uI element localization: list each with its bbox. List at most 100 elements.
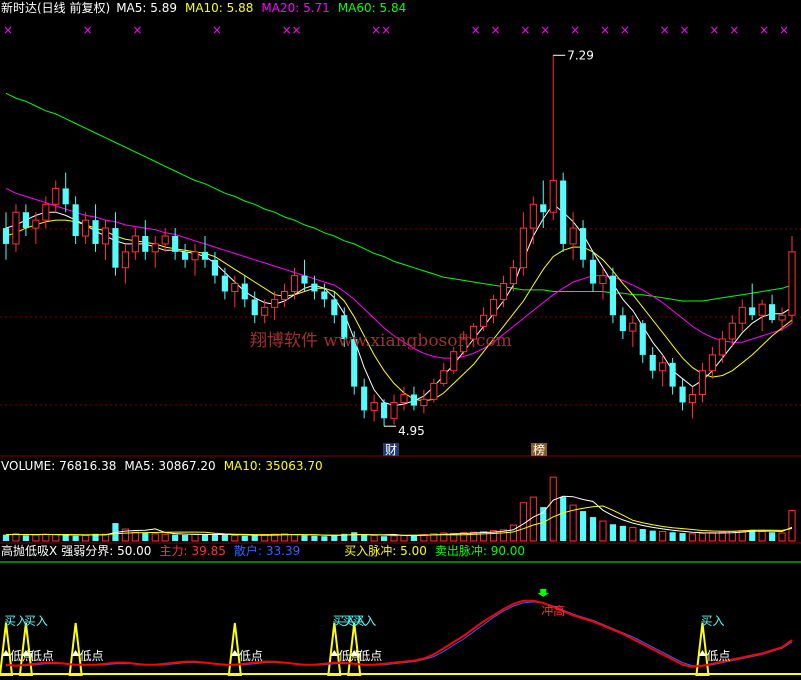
candle-body (172, 236, 179, 252)
volume-bar-30 (301, 535, 308, 541)
candle-body (479, 314, 488, 327)
low-signal-1: 低点 (30, 649, 54, 663)
badge-bang[interactable]: 榜 (531, 442, 547, 457)
x-marker-17: × (709, 23, 719, 37)
candle-body (609, 275, 616, 316)
volume-bar-19 (191, 533, 199, 542)
candle-body (489, 298, 498, 316)
volume-bar-33 (331, 535, 338, 541)
stock-title: 新时达(日线 前复权) (1, 0, 110, 15)
low-label: 4.95 (398, 424, 425, 438)
volume-bar-13 (131, 531, 139, 542)
volume-bar-4 (42, 533, 50, 542)
candle-body (2, 228, 10, 244)
x-marker-2: × (132, 23, 142, 37)
stock-chart[interactable]: 新时达(日线 前复权) MA5: 5.89 MA10: 5.88 MA20: 5.7… (0, 0, 801, 680)
volume-bar-32 (321, 536, 328, 541)
x-marker-0: × (3, 23, 13, 37)
ma-legend-ma5: MA5: 5.89 (116, 1, 177, 15)
x-marker-18: × (729, 23, 739, 37)
candle-body (231, 283, 239, 292)
candle-body (321, 291, 328, 300)
volume-bar-24 (241, 535, 248, 541)
x-marker-14: × (620, 23, 630, 37)
candle-body (430, 382, 438, 400)
x-marker-4: × (282, 23, 292, 37)
x-marker-11: × (540, 23, 550, 37)
volume-bar-38 (380, 536, 388, 541)
candle-body (301, 275, 308, 284)
candle-body (161, 235, 169, 245)
candle-body (519, 227, 527, 269)
volume-bar-16 (161, 533, 169, 542)
x-marker-16: × (680, 23, 690, 37)
candle-body (131, 235, 139, 253)
ma-legend-ma10: MA10: 5.88 (185, 1, 253, 15)
volume-bar-70 (698, 532, 707, 542)
low-signal-5: 低点 (358, 649, 382, 663)
indicator-retail-value: 33.39 (266, 544, 300, 558)
buy-signal-5: 买入 (700, 614, 724, 628)
volume-bar-51 (509, 524, 518, 542)
volume-legend-0: VOLUME: 76816.38 (1, 459, 116, 473)
volume-bar-31 (311, 535, 318, 541)
candle-body (619, 315, 626, 332)
candle-body (390, 401, 398, 419)
volume-bar-78 (778, 532, 786, 542)
volume-legend-1: MA5: 30867.20 (124, 459, 215, 473)
volume-bar-17 (172, 534, 179, 541)
volume-bar-77 (769, 532, 776, 541)
candle-body (669, 362, 676, 387)
candle-body (370, 401, 378, 411)
candle-body (728, 322, 736, 340)
candle-body (361, 386, 368, 411)
volume-bar-35 (351, 532, 358, 541)
volume-bar-36 (361, 534, 368, 541)
candle-body (749, 307, 756, 316)
x-marker-20: × (779, 23, 789, 37)
volume-bar-7 (72, 535, 79, 541)
volume-bar-72 (718, 531, 726, 542)
volume-bar-60 (599, 520, 607, 542)
volume-bar-69 (688, 533, 697, 542)
x-marker-1: × (83, 23, 93, 37)
high-signal-0: 冲高 (541, 603, 565, 618)
buy-signal-1: 买入 (24, 614, 48, 628)
ma-legend-ma60: MA60: 5.84 (338, 1, 406, 15)
candle-body (101, 227, 110, 245)
volume-bar-56 (560, 497, 567, 541)
indicator-main-value: 39.85 (192, 544, 226, 558)
volume-bar-20 (201, 534, 209, 541)
candle-body (62, 188, 69, 205)
candle-body (221, 275, 228, 292)
candle-body (450, 351, 458, 372)
volume-bar-6 (62, 535, 69, 541)
volume-bar-14 (142, 533, 149, 541)
volume-bar-67 (669, 532, 676, 541)
volume-bar-71 (708, 532, 716, 542)
volume-bar-61 (609, 524, 616, 541)
candle-body (688, 394, 697, 403)
volume-bar-39 (390, 535, 398, 542)
candle-body (22, 212, 29, 229)
candle-61 (609, 267, 616, 324)
volume-bar-3 (32, 534, 40, 542)
x-marker-7: × (381, 23, 391, 37)
candle-body (758, 303, 766, 316)
indicator-strength: 强弱分界: 50.00 (61, 544, 151, 558)
candle-body (191, 251, 199, 261)
x-marker-19: × (759, 23, 769, 37)
volume-bar-29 (290, 534, 299, 542)
candle-body (589, 259, 597, 284)
candle-body (540, 204, 547, 213)
candle-body (290, 275, 299, 292)
badge-cai[interactable]: 财 (383, 443, 399, 457)
candle-body (280, 290, 289, 300)
candle-body (261, 306, 269, 316)
candle-body (708, 354, 716, 372)
ma-legend-ma20: MA20: 5.71 (261, 1, 329, 15)
indicator-main-label: 主力: (159, 544, 187, 558)
x-marker-9: × (491, 23, 501, 37)
candle-body (251, 299, 258, 316)
candle-body (738, 306, 746, 324)
